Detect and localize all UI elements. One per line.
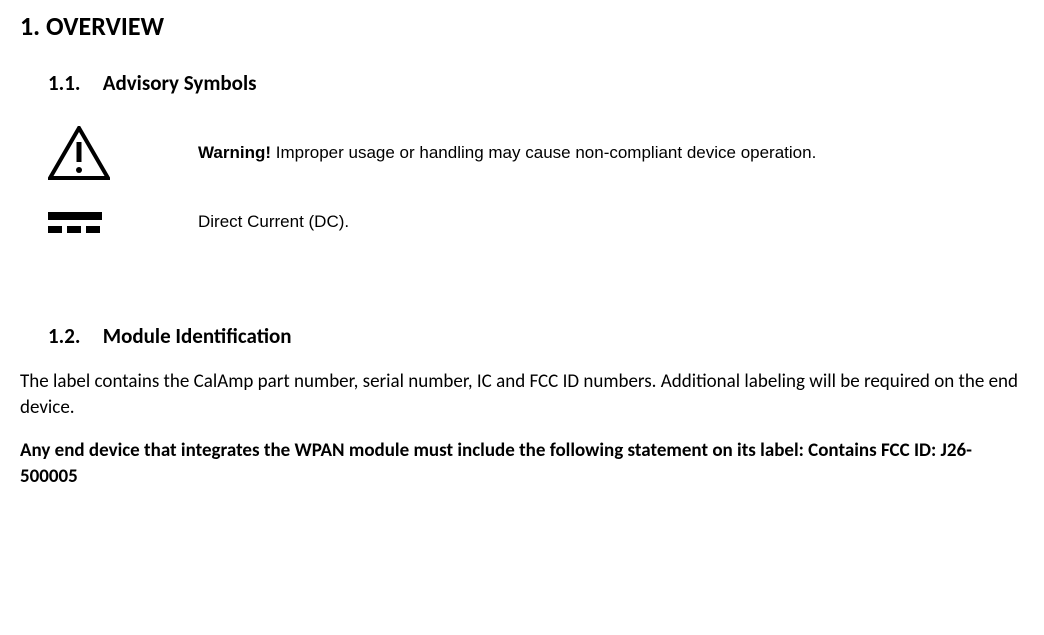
warning-description: Improper usage or handling may cause non… [276,143,817,162]
subsection-title: Advisory Symbols [103,70,257,96]
subsection-number: 1.2. [48,323,98,349]
dc-text: Direct Current (DC). [198,211,349,233]
warning-label: Warning! [198,143,271,162]
section-heading-1: 1. OVERVIEW [20,10,1024,42]
section-title: OVERVIEW [46,10,164,42]
direct-current-icon [48,212,198,233]
subsection-heading-1-2: 1.2. Module Identification [20,323,1024,349]
warning-triangle-icon [48,126,198,181]
warning-text: Warning! Improper usage or handling may … [198,142,816,164]
section-number: 1. [20,10,40,42]
subsection-heading-1-1: 1.1. Advisory Symbols [20,70,1024,96]
module-label-description: The label contains the CalAmp part numbe… [20,369,1024,420]
advisory-symbol-dc: Direct Current (DC). [20,211,1024,233]
dc-description: Direct Current (DC). [198,212,349,231]
advisory-symbol-warning: Warning! Improper usage or handling may … [20,126,1024,181]
module-fcc-statement: Any end device that integrates the WPAN … [20,438,1024,489]
subsection-title: Module Identification [103,323,292,349]
subsection-number: 1.1. [48,70,98,96]
